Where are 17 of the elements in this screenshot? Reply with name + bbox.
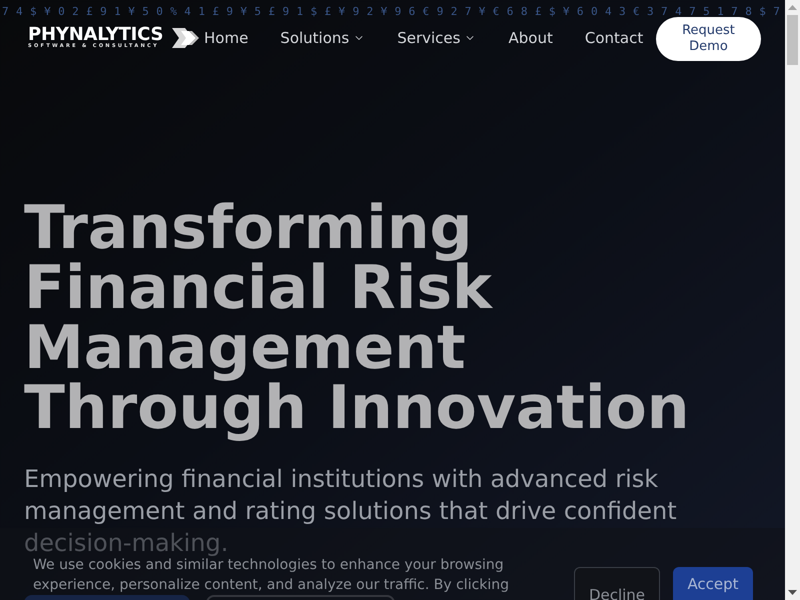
chevron-logo-icon xyxy=(172,27,200,49)
decline-button[interactable]: Decline xyxy=(574,567,660,600)
hero-subtitle: Empowering financial institutions with advanced risk management and rating solutions that drive confident decision-making. xyxy=(24,464,678,558)
currency-ticker-text: 74$¥02£91¥50%41£9¥5£91$£¥92¥96€927¥€68£$¥6043€37475178$7 xyxy=(2,6,785,18)
nav-link[interactable]: Home xyxy=(204,26,248,50)
request-demo-button[interactable]: Request Demo xyxy=(656,17,761,61)
logo-wordmark[interactable]: PHYNALYTICS xyxy=(28,26,172,43)
scroll-down-icon[interactable] xyxy=(788,590,797,595)
accept-button[interactable]: Accept xyxy=(673,567,753,600)
scrollbar-track[interactable] xyxy=(785,0,800,600)
scrollbar-thumb[interactable] xyxy=(787,15,798,65)
nav-link[interactable]: Solutions xyxy=(280,26,366,50)
nav-link[interactable]: About xyxy=(508,26,553,50)
cookie-message: We use cookies and similar technologies to enhance your browsing experience, personalize content, and analyze our traffic. By clicking xyxy=(33,556,510,595)
nav-link[interactable]: Contact xyxy=(584,26,644,50)
scroll-up-icon[interactable] xyxy=(788,5,797,10)
nav-link[interactable]: Services xyxy=(397,26,476,50)
